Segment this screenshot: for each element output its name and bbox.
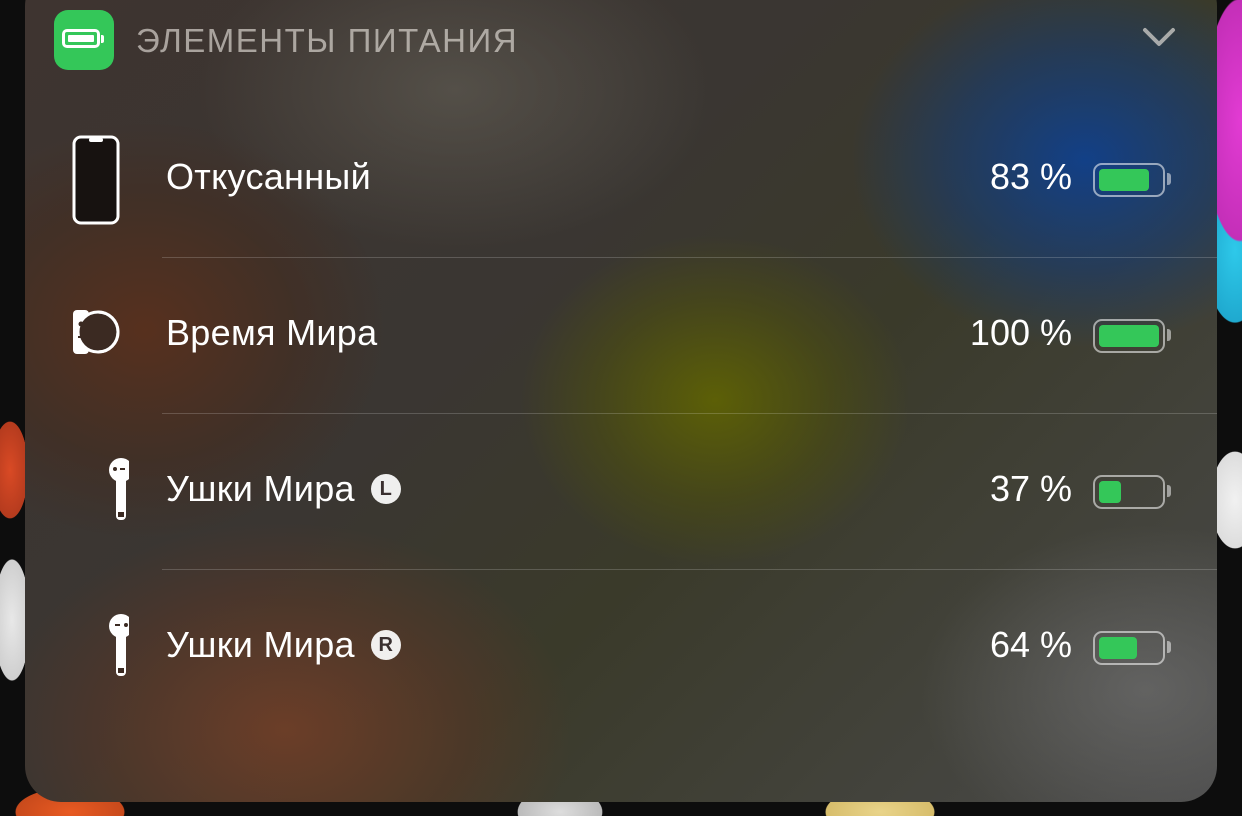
battery-nub (1167, 485, 1171, 497)
iphone-icon (72, 135, 120, 225)
battery-indicator (1093, 631, 1165, 665)
device-name: Откусанный (166, 156, 372, 197)
device-row-airpod-right: Ушки Мира R 64 % (25, 570, 1217, 726)
battery-icon (54, 10, 114, 70)
device-name: Время Мира (166, 312, 378, 353)
device-row-airpod-left: Ушки Мира L 37 % (25, 414, 1217, 570)
side-badge-right: R (370, 630, 401, 660)
widget-title: ЭЛЕМЕНТЫ ПИТАНИЯ (136, 22, 519, 59)
airpod-right-icon (109, 614, 129, 676)
battery-percent: 83 % (989, 156, 1072, 197)
battery-nub (1167, 641, 1171, 653)
battery-percent: 100 % (969, 312, 1072, 353)
battery-indicator (1093, 475, 1165, 509)
airpod-left-icon (109, 458, 129, 520)
battery-percent: 64 % (989, 624, 1072, 665)
device-name: Ушки Мира L (166, 468, 401, 510)
chevron-down-icon[interactable] (1141, 22, 1177, 52)
battery-indicator (1093, 163, 1165, 197)
side-badge-left: L (370, 474, 401, 504)
batteries-widget: ЭЛЕМЕНТЫ ПИТАНИЯ Откусанный 83 % Время М… (25, 0, 1217, 802)
widget-header[interactable]: ЭЛЕМЕНТЫ ПИТАНИЯ (54, 10, 1217, 70)
battery-percent: 37 % (989, 468, 1072, 509)
battery-nub (1167, 329, 1171, 341)
device-row-watch: Время Мира 100 % (25, 258, 1217, 414)
watch-icon (73, 310, 120, 354)
device-row-iphone: Откусанный 83 % (25, 102, 1217, 258)
device-name: Ушки Мира R (166, 624, 401, 666)
battery-nub (1167, 173, 1171, 185)
battery-indicator (1093, 319, 1165, 353)
